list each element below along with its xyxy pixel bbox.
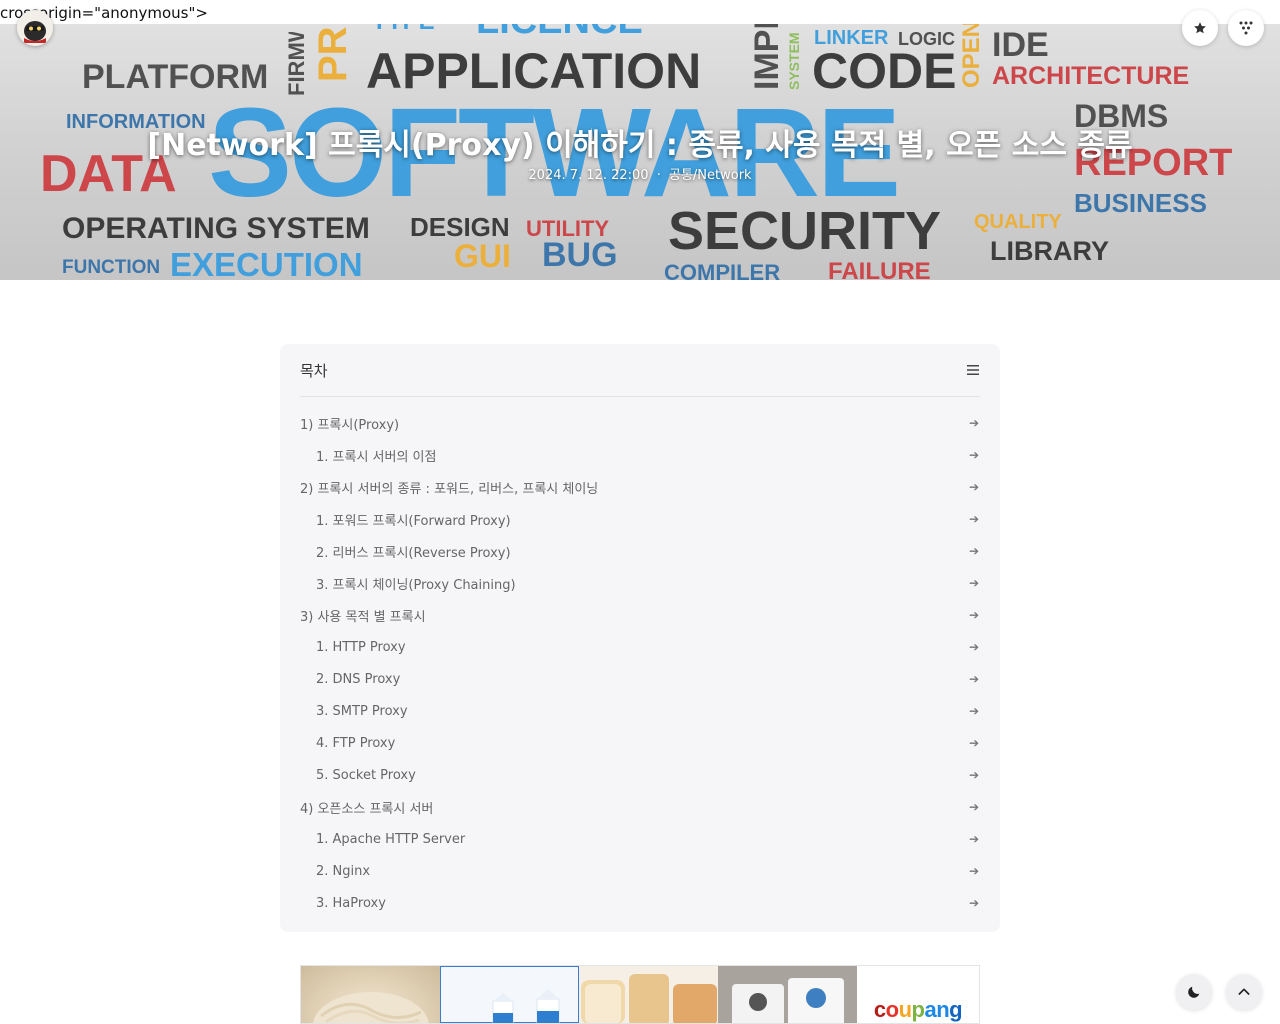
coupang-logo[interactable]: coupang bbox=[857, 966, 979, 1023]
dark-mode-toggle[interactable] bbox=[1176, 974, 1212, 1010]
arrow-right-icon: ➔ bbox=[968, 480, 979, 494]
post-category-link[interactable]: 공통/Network bbox=[669, 168, 752, 183]
toc-item[interactable]: 3. 프록시 체이닝(Proxy Chaining) ➔ bbox=[300, 567, 980, 599]
arrow-right-icon: ➔ bbox=[968, 672, 979, 686]
arrow-right-icon: ➔ bbox=[968, 864, 979, 878]
toc-item-label: 3. SMTP Proxy bbox=[316, 703, 408, 719]
toc-item-label: 5. Socket Proxy bbox=[316, 767, 416, 783]
hero-banner: PLATFORM FIRMWARE PR TYPE LICENCE APPLIC… bbox=[0, 24, 1280, 280]
arrow-right-icon: ➔ bbox=[968, 736, 979, 750]
coupang-logo-letter: c bbox=[873, 997, 886, 1022]
arrow-right-icon: ➔ bbox=[968, 704, 979, 718]
toc-item-label: 3. 프록시 체이닝(Proxy Chaining) bbox=[316, 577, 516, 593]
hamburger-icon bbox=[967, 365, 979, 375]
toc-toggle-button[interactable] bbox=[966, 364, 980, 376]
arrow-right-icon: ➔ bbox=[968, 608, 979, 622]
blog-avatar[interactable] bbox=[17, 10, 53, 46]
toc-item[interactable]: 4) 오픈소스 프록시 서버 ➔ bbox=[300, 791, 980, 823]
menu-button[interactable] bbox=[1228, 10, 1264, 46]
arrow-right-icon: ➔ bbox=[968, 576, 979, 590]
toc-item-label: 1) 프록시(Proxy) bbox=[300, 417, 400, 433]
arrow-right-icon: ➔ bbox=[968, 896, 979, 910]
toc-item[interactable]: 2. Nginx ➔ bbox=[300, 855, 980, 887]
toc-item[interactable]: 1. 프록시 서버의 이점 ➔ bbox=[300, 439, 980, 471]
noodles-image bbox=[313, 992, 429, 1023]
toc-item[interactable]: 2. DNS Proxy ➔ bbox=[300, 663, 980, 695]
toc-header: 목차 bbox=[300, 344, 980, 397]
post-title: [Network] 프록시(Proxy) 이해하기 : 종류, 사용 목적 별,… bbox=[147, 128, 1133, 163]
ad-product-bread[interactable] bbox=[579, 966, 718, 1023]
arrow-right-icon: ➔ bbox=[968, 512, 979, 526]
table-of-contents: 목차 1) 프록시(Proxy) ➔ 1. 프록시 서버의 이점 ➔ 2) 프록시 … bbox=[280, 344, 1000, 932]
arrow-right-icon: ➔ bbox=[968, 544, 979, 558]
toc-item-label: 2. Nginx bbox=[316, 863, 371, 879]
arrow-right-icon: ➔ bbox=[968, 768, 979, 782]
post-date: 2024. 7. 12. 22:00 bbox=[528, 168, 649, 183]
toc-item-label: 1. Apache HTTP Server bbox=[316, 831, 466, 847]
toc-item[interactable]: 2) 프록시 서버의 종류 : 포워드, 리버스, 프록시 체이닝 ➔ bbox=[300, 471, 980, 503]
bookmark-button[interactable] bbox=[1182, 10, 1218, 46]
toc-item[interactable]: 5. Socket Proxy ➔ bbox=[300, 759, 980, 791]
arrow-right-icon: ➔ bbox=[968, 640, 979, 654]
toc-item-label: 1. 포워드 프록시(Forward Proxy) bbox=[316, 513, 511, 529]
arrow-right-icon: ➔ bbox=[968, 832, 979, 846]
coupang-logo-letter: p bbox=[911, 997, 925, 1022]
toc-item[interactable]: 1. HTTP Proxy ➔ bbox=[300, 631, 980, 663]
toc-list: 1) 프록시(Proxy) ➔ 1. 프록시 서버의 이점 ➔ 2) 프록시 서버의… bbox=[300, 397, 980, 919]
grid-dots-icon bbox=[1239, 21, 1253, 35]
bread-image bbox=[581, 974, 717, 1023]
ad-product-noodles[interactable] bbox=[301, 966, 440, 1023]
moon-icon bbox=[1188, 986, 1200, 998]
coupang-logo-letter: g bbox=[949, 997, 963, 1022]
ad-banner[interactable]: coupang bbox=[300, 965, 980, 1024]
toc-item[interactable]: 3) 사용 목적 별 프록시 ➔ bbox=[300, 599, 980, 631]
toc-item-label: 1. 프록시 서버의 이점 bbox=[316, 449, 437, 465]
toc-item[interactable]: 4. FTP Proxy ➔ bbox=[300, 727, 980, 759]
toc-item[interactable]: 2. 리버스 프록시(Reverse Proxy) ➔ bbox=[300, 535, 980, 567]
coupang-logo-letter: n bbox=[936, 997, 950, 1022]
toc-item-label: 2. 리버스 프록시(Reverse Proxy) bbox=[316, 545, 511, 561]
arrow-right-icon: ➔ bbox=[968, 800, 979, 814]
toc-item-label: 3) 사용 목적 별 프록시 bbox=[300, 609, 426, 625]
toc-item-label: 3. HaProxy bbox=[316, 895, 386, 911]
toc-item[interactable]: 3. SMTP Proxy ➔ bbox=[300, 695, 980, 727]
toc-item-label: 4) 오픈소스 프록시 서버 bbox=[300, 801, 434, 817]
arrow-right-icon: ➔ bbox=[968, 448, 979, 462]
avatar-icon bbox=[17, 10, 53, 46]
toc-item-label: 1. HTTP Proxy bbox=[316, 639, 406, 655]
post-meta: 2024. 7. 12. 22:00 · 공통/Network bbox=[0, 164, 1280, 183]
ad-product-snack[interactable] bbox=[718, 966, 857, 1023]
toc-item-label: 4. FTP Proxy bbox=[316, 735, 396, 751]
toc-item-label: 2) 프록시 서버의 종류 : 포워드, 리버스, 프록시 체이닝 bbox=[300, 481, 599, 497]
scroll-top-button[interactable] bbox=[1226, 974, 1262, 1010]
toc-item[interactable]: 1. Apache HTTP Server ➔ bbox=[300, 823, 980, 855]
coupang-logo-letter: u bbox=[898, 997, 912, 1022]
toc-item[interactable]: 1) 프록시(Proxy) ➔ bbox=[300, 407, 980, 439]
star-icon bbox=[1194, 22, 1206, 34]
meta-separator: · bbox=[656, 168, 661, 183]
toc-item[interactable]: 3. HaProxy ➔ bbox=[300, 887, 980, 919]
ad-product-milk[interactable] bbox=[440, 966, 579, 1023]
chevron-up-icon bbox=[1238, 988, 1250, 995]
milk-carton-image bbox=[492, 989, 560, 1023]
arrow-right-icon: ➔ bbox=[968, 416, 979, 430]
coupang-logo-letter: a bbox=[924, 997, 937, 1022]
toc-title: 목차 bbox=[300, 361, 328, 380]
snack-pack-image bbox=[718, 966, 857, 1023]
toc-item[interactable]: 1. 포워드 프록시(Forward Proxy) ➔ bbox=[300, 503, 980, 535]
coupang-logo-letter: o bbox=[885, 997, 899, 1022]
toc-item-label: 2. DNS Proxy bbox=[316, 671, 401, 687]
